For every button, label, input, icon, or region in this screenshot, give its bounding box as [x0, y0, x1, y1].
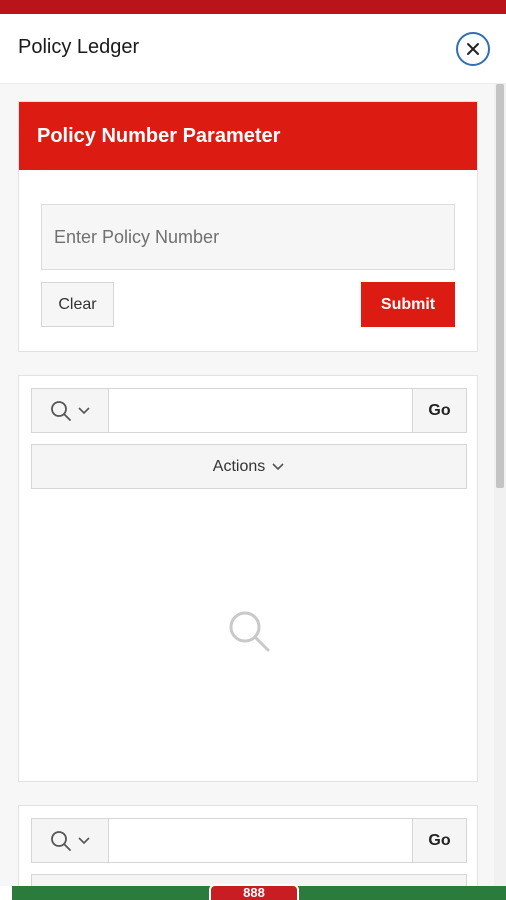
close-icon: [467, 43, 479, 55]
bottom-badge-label: 888: [243, 885, 265, 900]
submit-button[interactable]: Submit: [361, 282, 455, 327]
go-button[interactable]: Go: [412, 388, 467, 433]
chevron-down-icon: [272, 462, 284, 470]
dialog-header: Policy Ledger: [0, 14, 506, 84]
policy-number-input[interactable]: [41, 204, 455, 270]
report-search-bar: Go: [31, 818, 467, 863]
chevron-down-icon: [78, 836, 90, 844]
background-app-header: [0, 0, 506, 14]
search-column-selector[interactable]: [31, 818, 109, 863]
actions-label: Actions: [212, 457, 266, 475]
report-region-2: Go: [18, 805, 478, 886]
policy-parameter-region: Policy Number Parameter Clear Submit: [18, 101, 478, 352]
policy-ledger-dialog: Policy Ledger Policy Number Parameter Cl…: [0, 14, 506, 886]
bottom-badge: 888: [209, 884, 299, 900]
report-region: Go Actions: [18, 375, 478, 782]
search-icon: [51, 830, 71, 851]
report-search-bar: Go: [31, 388, 467, 433]
clear-button[interactable]: Clear: [41, 282, 114, 327]
go-button[interactable]: Go: [412, 818, 467, 863]
search-icon: [51, 400, 71, 421]
search-column-selector[interactable]: [31, 388, 109, 433]
report-search-input[interactable]: [109, 818, 412, 863]
report-search-input[interactable]: [109, 388, 412, 433]
chevron-down-icon: [78, 406, 90, 414]
scrollbar[interactable]: [494, 84, 506, 886]
dialog-title: Policy Ledger: [18, 36, 140, 58]
dialog-body: Policy Number Parameter Clear Submit: [0, 84, 506, 886]
region-title: Policy Number Parameter: [37, 124, 281, 147]
empty-state-search-icon: [229, 611, 270, 652]
close-dialog-button[interactable]: [456, 32, 490, 66]
scrollbar-thumb[interactable]: [496, 84, 504, 488]
region-header: Policy Number Parameter: [19, 102, 477, 170]
actions-menu-button[interactable]: Actions: [31, 444, 467, 489]
